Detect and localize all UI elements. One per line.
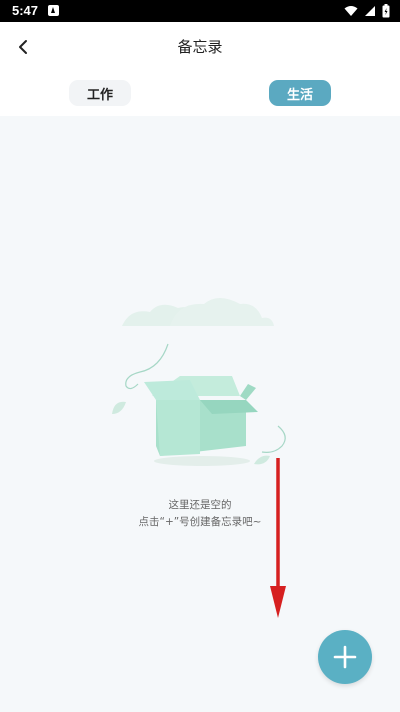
add-memo-button[interactable] (318, 630, 372, 684)
tab-life[interactable]: 生活 (269, 80, 331, 106)
status-time: 5:47 (12, 3, 39, 18)
app-notification-icon (48, 5, 59, 16)
status-bar: 5:47 (0, 0, 400, 22)
red-down-arrow-icon (270, 458, 286, 618)
battery-icon (382, 4, 390, 18)
empty-hint: 点击“+”号创建备忘录吧~ (138, 516, 262, 528)
category-tabs: 工作 生活 (0, 72, 400, 116)
signal-icon (365, 6, 375, 16)
empty-message: 这里还是空的 (168, 499, 232, 511)
page-title: 备忘录 (177, 38, 223, 56)
app-header: 备忘录 (0, 22, 400, 72)
tab-work[interactable]: 工作 (69, 80, 131, 106)
status-icons (344, 4, 390, 18)
plus-icon (333, 645, 357, 669)
memo-list-area: 这里还是空的 点击“+”号创建备忘录吧~ (0, 116, 400, 712)
wifi-icon (344, 6, 358, 16)
